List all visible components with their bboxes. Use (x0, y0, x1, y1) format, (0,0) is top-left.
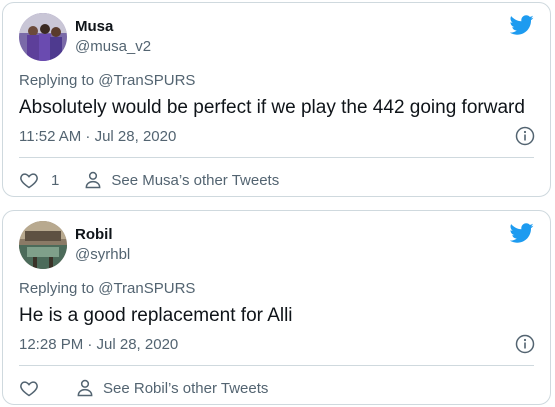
tweet-timestamp[interactable]: 11:52 AM · Jul 28, 2020 (19, 128, 176, 145)
twitter-bird-icon[interactable] (510, 13, 534, 37)
see-other-tweets-link[interactable]: See Robil’s other Tweets (103, 380, 268, 397)
see-other-tweets-link[interactable]: See Musa’s other Tweets (111, 172, 279, 189)
avatar[interactable] (19, 221, 67, 269)
divider (19, 157, 534, 158)
person-icon[interactable] (83, 170, 103, 190)
info-icon[interactable] (515, 126, 535, 146)
tweet-timestamp[interactable]: 12:28 PM · Jul 28, 2020 (19, 336, 178, 353)
replying-prefix: Replying to (19, 72, 99, 89)
replying-to-link[interactable]: @TranSPURS (98, 280, 195, 297)
tweet-actions: 1 See Musa’s other Tweets (19, 170, 279, 190)
replying-to: Replying to @TranSPURS (19, 280, 195, 297)
info-icon[interactable] (515, 334, 535, 354)
tweet-text: He is a good replacement for Alli (19, 305, 293, 326)
display-name[interactable]: Robil (75, 226, 113, 243)
heart-icon[interactable] (19, 170, 39, 190)
tweet-card[interactable]: Musa @musa_v2 Replying to @TranSPURS Abs… (2, 2, 551, 197)
like-count: 1 (51, 171, 60, 189)
replying-prefix: Replying to (19, 280, 99, 297)
divider (19, 365, 534, 366)
user-handle[interactable]: @musa_v2 (75, 38, 151, 55)
tweet-actions: See Robil’s other Tweets (19, 378, 268, 398)
user-handle[interactable]: @syrhbl (75, 246, 130, 263)
tweet-text: Absolutely would be perfect if we play t… (19, 97, 525, 118)
twitter-bird-icon[interactable] (510, 221, 534, 245)
tweet-card[interactable]: Robil @syrhbl Replying to @TranSPURS He … (2, 210, 551, 405)
person-icon[interactable] (75, 378, 95, 398)
replying-to: Replying to @TranSPURS (19, 72, 195, 89)
heart-icon[interactable] (19, 378, 39, 398)
replying-to-link[interactable]: @TranSPURS (98, 72, 195, 89)
display-name[interactable]: Musa (75, 18, 113, 35)
avatar[interactable] (19, 13, 67, 61)
